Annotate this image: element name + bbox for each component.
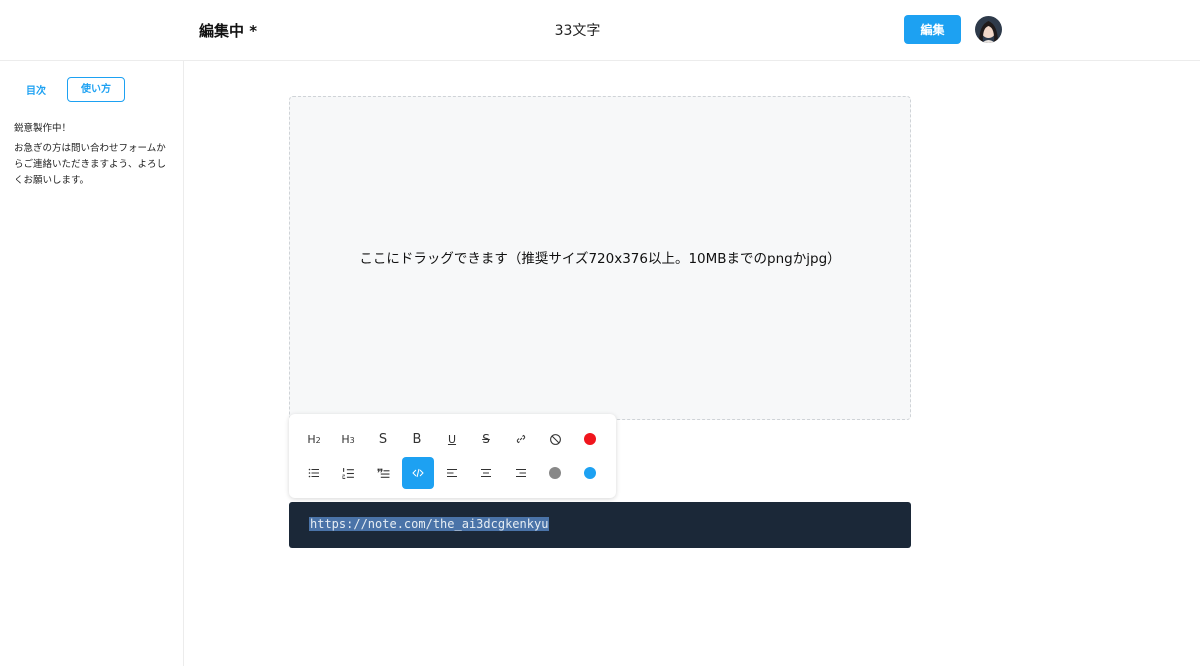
header: 編集中 * 33文字 編集 <box>0 0 1200 61</box>
align-left-icon <box>447 469 457 477</box>
align-center-button[interactable] <box>470 457 502 489</box>
strikethrough-label: S <box>482 432 490 446</box>
tab-how-to-use[interactable]: 使い方 <box>67 77 125 102</box>
code-block[interactable]: https://note.com/the_ai3dcgkenkyu <box>289 502 911 548</box>
underline-label: U <box>447 432 457 446</box>
sidebar: 目次 使い方 鋭意製作中！ お急ぎの方は問い合わせフォームからご連絡いただきます… <box>0 61 184 666</box>
code-button[interactable] <box>402 457 434 489</box>
color-blue-button[interactable] <box>574 457 606 489</box>
gray-swatch-icon <box>549 467 561 479</box>
heading2-label: H2 <box>307 432 321 446</box>
align-right-button[interactable] <box>505 457 537 489</box>
edit-button[interactable]: 編集 <box>904 15 961 44</box>
align-center-icon <box>481 469 491 477</box>
numbered-list-button[interactable] <box>332 457 364 489</box>
underline-button[interactable]: U <box>436 423 468 455</box>
tab-table-of-contents[interactable]: 目次 <box>26 82 46 97</box>
heading3-button[interactable]: H3 <box>332 423 364 455</box>
link-button[interactable] <box>505 423 537 455</box>
blue-swatch-icon <box>584 467 596 479</box>
notice-body: お急ぎの方は問い合わせフォームからご連絡いただきますよう、よろしくお願いします。 <box>14 143 167 186</box>
heading2-button[interactable]: H2 <box>298 423 330 455</box>
quote-button[interactable] <box>367 457 399 489</box>
bullet-list-button[interactable] <box>298 457 330 489</box>
red-swatch-icon <box>584 433 596 445</box>
avatar[interactable] <box>975 16 1002 43</box>
strikethrough-s-button[interactable]: S <box>367 423 399 455</box>
dropzone-instruction: ここにドラッグできます（推奨サイズ720x376以上。10MBまでのpngかjp… <box>359 251 841 267</box>
link-icon <box>516 434 526 444</box>
quote-icon <box>377 468 389 478</box>
strikethrough-s-label: S <box>378 431 388 447</box>
image-dropzone[interactable]: ここにドラッグできます（推奨サイズ720x376以上。10MBまでのpngかjp… <box>289 96 911 420</box>
avatar-image <box>975 16 1002 43</box>
bold-button[interactable]: B <box>401 423 433 455</box>
bold-label: B <box>412 431 422 447</box>
notice-title: 鋭意製作中！ <box>14 123 72 134</box>
code-block-text[interactable]: https://note.com/the_ai3dcgkenkyu <box>309 517 550 531</box>
no-format-icon <box>549 433 561 445</box>
align-right-icon <box>516 469 526 477</box>
code-icon <box>412 468 424 478</box>
align-left-button[interactable] <box>436 457 468 489</box>
heading3-label: H3 <box>341 432 355 446</box>
numbered-list-icon <box>342 467 354 479</box>
color-gray-button[interactable] <box>539 457 571 489</box>
bullet-list-icon <box>308 468 319 478</box>
clear-format-button[interactable] <box>539 423 571 455</box>
color-red-button[interactable] <box>574 423 606 455</box>
format-toolbar: H2 H3 S B U S <box>289 414 616 498</box>
strikethrough-button[interactable]: S <box>470 423 502 455</box>
